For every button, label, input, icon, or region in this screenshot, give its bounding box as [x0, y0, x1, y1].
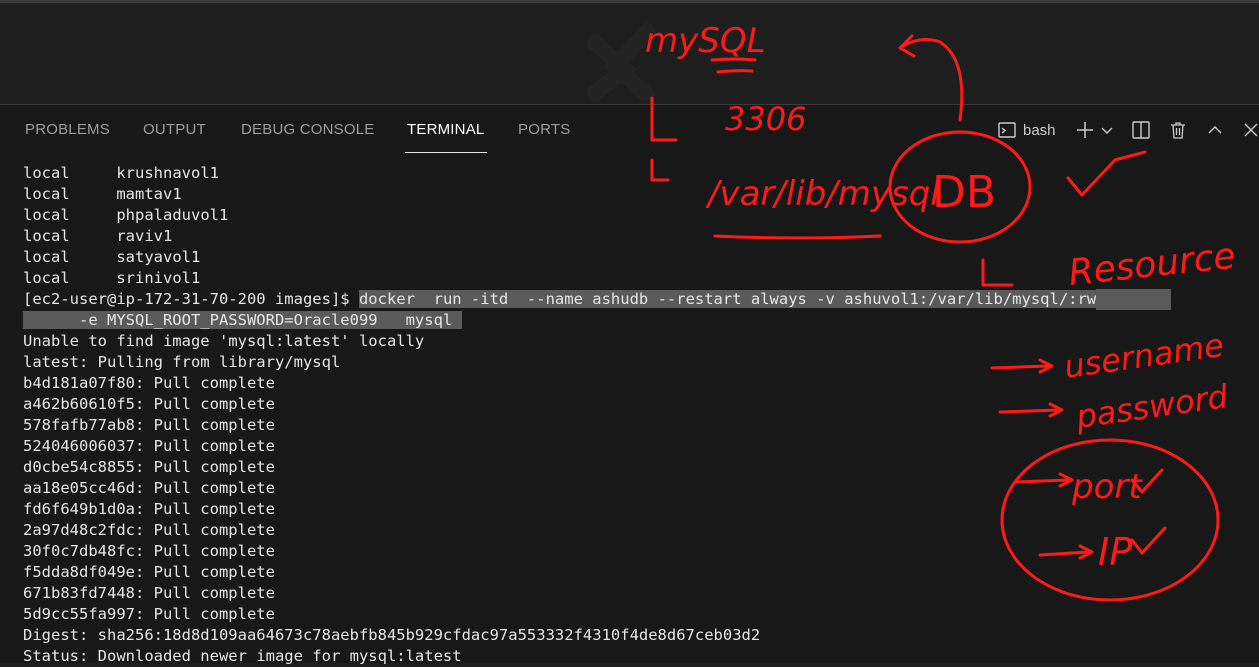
output-line: Unable to find image 'mysql:latest' loca… [23, 331, 1253, 352]
maximize-panel-button[interactable] [1206, 118, 1224, 142]
tab-output[interactable]: OUTPUT [143, 105, 206, 155]
output-text: d0cbe54c8855: Pull complete [23, 458, 275, 476]
close-icon [1244, 123, 1258, 137]
output-text: b4d181a07f80: Pull complete [23, 374, 275, 392]
trash-icon [1171, 122, 1185, 139]
output-text: fd6f649b1d0a: Pull complete [23, 500, 275, 518]
volume-driver: local [23, 227, 70, 245]
volume-row: local krushnavol1 [23, 163, 1253, 184]
close-panel-button[interactable] [1242, 118, 1259, 142]
output-line: a462b60610f5: Pull complete [23, 394, 1253, 415]
output-line: 2a97d48c2fdc: Pull complete [23, 520, 1253, 541]
editor-area [0, 0, 1259, 104]
terminal-output: local krushnavol1 local mamtav1 local phpa… [23, 163, 1253, 667]
active-tab-indicator [405, 152, 487, 153]
volume-driver: local [23, 164, 70, 182]
command-line-wrapped: -e MYSQL_ROOT_PASSWORD=Oracle099 mysql [23, 310, 1253, 331]
terminal-dropdown-button[interactable] [1100, 118, 1114, 142]
output-text: Status: Downloaded newer image for mysql… [23, 647, 462, 665]
shell-selector[interactable]: bash [997, 118, 1056, 142]
output-line: f5dda8df049e: Pull complete [23, 562, 1253, 583]
output-text: 524046006037: Pull complete [23, 437, 275, 455]
chevron-up-icon [1208, 126, 1222, 134]
output-text: 578fafb77ab8: Pull complete [23, 416, 275, 434]
volume-name: raviv1 [116, 227, 173, 245]
split-terminal-button[interactable] [1131, 118, 1151, 142]
volume-row: local satyavol1 [23, 247, 1253, 268]
volume-name: mamtav1 [116, 185, 182, 203]
tab-debug-console[interactable]: DEBUG CONSOLE [241, 105, 374, 155]
output-line: Status: Downloaded newer image for mysql… [23, 646, 1253, 667]
command-text-continued: -e MYSQL_ROOT_PASSWORD=Oracle099 mysql [23, 311, 462, 329]
panel-tab-bar: PROBLEMS OUTPUT DEBUG CONSOLE TERMINAL P… [0, 105, 1259, 155]
output-line: 671b83fd7448: Pull complete [23, 583, 1253, 604]
output-text: f5dda8df049e: Pull complete [23, 563, 275, 581]
command-line: [ec2-user@ip-172-31-70-200 images]$ dock… [23, 289, 1253, 310]
plus-icon [1077, 122, 1093, 138]
output-line: aa18e05cc46d: Pull complete [23, 478, 1253, 499]
output-text: 671b83fd7448: Pull complete [23, 584, 275, 602]
split-icon [1132, 121, 1150, 139]
output-text: aa18e05cc46d: Pull complete [23, 479, 275, 497]
volume-name: krushnavol1 [116, 164, 219, 182]
output-text: 5d9cc55fa997: Pull complete [23, 605, 275, 623]
tab-terminal[interactable]: TERMINAL [407, 105, 484, 155]
tab-ports[interactable]: PORTS [518, 105, 570, 155]
terminal-view[interactable]: local krushnavol1 local mamtav1 local phpa… [0, 155, 1259, 665]
volume-driver: local [23, 269, 70, 287]
output-line: Digest: sha256:18d8d109aa64673c78aebfb84… [23, 625, 1253, 646]
output-line: d0cbe54c8855: Pull complete [23, 457, 1253, 478]
output-line: fd6f649b1d0a: Pull complete [23, 499, 1253, 520]
volume-driver: local [23, 185, 70, 203]
output-text: Digest: sha256:18d8d109aa64673c78aebfb84… [23, 626, 761, 644]
output-line: 5d9cc55fa997: Pull complete [23, 604, 1253, 625]
volume-name: phpaladuvol1 [116, 206, 229, 224]
volume-row: local srinivol1 [23, 268, 1253, 289]
output-line: 30f0c7db48fc: Pull complete [23, 541, 1253, 562]
output-text: 30f0c7db48fc: Pull complete [23, 542, 275, 560]
volume-name: srinivol1 [116, 269, 201, 287]
volume-row: local mamtav1 [23, 184, 1253, 205]
volume-row: local raviv1 [23, 226, 1253, 247]
output-line: b4d181a07f80: Pull complete [23, 373, 1253, 394]
new-terminal-button[interactable] [1075, 118, 1095, 142]
output-text: a462b60610f5: Pull complete [23, 395, 275, 413]
kill-terminal-button[interactable] [1168, 118, 1188, 142]
output-line: 524046006037: Pull complete [23, 436, 1253, 457]
volume-driver: local [23, 206, 70, 224]
shell-prompt: [ec2-user@ip-172-31-70-200 images]$ [23, 290, 359, 308]
tab-problems[interactable]: PROBLEMS [25, 105, 110, 155]
output-text: 2a97d48c2fdc: Pull complete [23, 521, 275, 539]
volume-row: local phpaladuvol1 [23, 205, 1253, 226]
output-text: latest: Pulling from library/mysql [23, 353, 341, 371]
output-text: Unable to find image 'mysql:latest' loca… [23, 332, 425, 350]
volume-driver: local [23, 248, 70, 266]
terminal-icon [998, 122, 1016, 138]
selection-fill [1096, 289, 1172, 310]
shell-label: bash [1023, 121, 1056, 139]
volume-name: satyavol1 [116, 248, 201, 266]
output-line: latest: Pulling from library/mysql [23, 352, 1253, 373]
vscode-logo-watermark [587, 23, 655, 101]
chevron-down-icon [1101, 127, 1113, 134]
command-text: docker run -itd --name ashudb --restart … [358, 290, 1097, 308]
output-line: 578fafb77ab8: Pull complete [23, 415, 1253, 436]
